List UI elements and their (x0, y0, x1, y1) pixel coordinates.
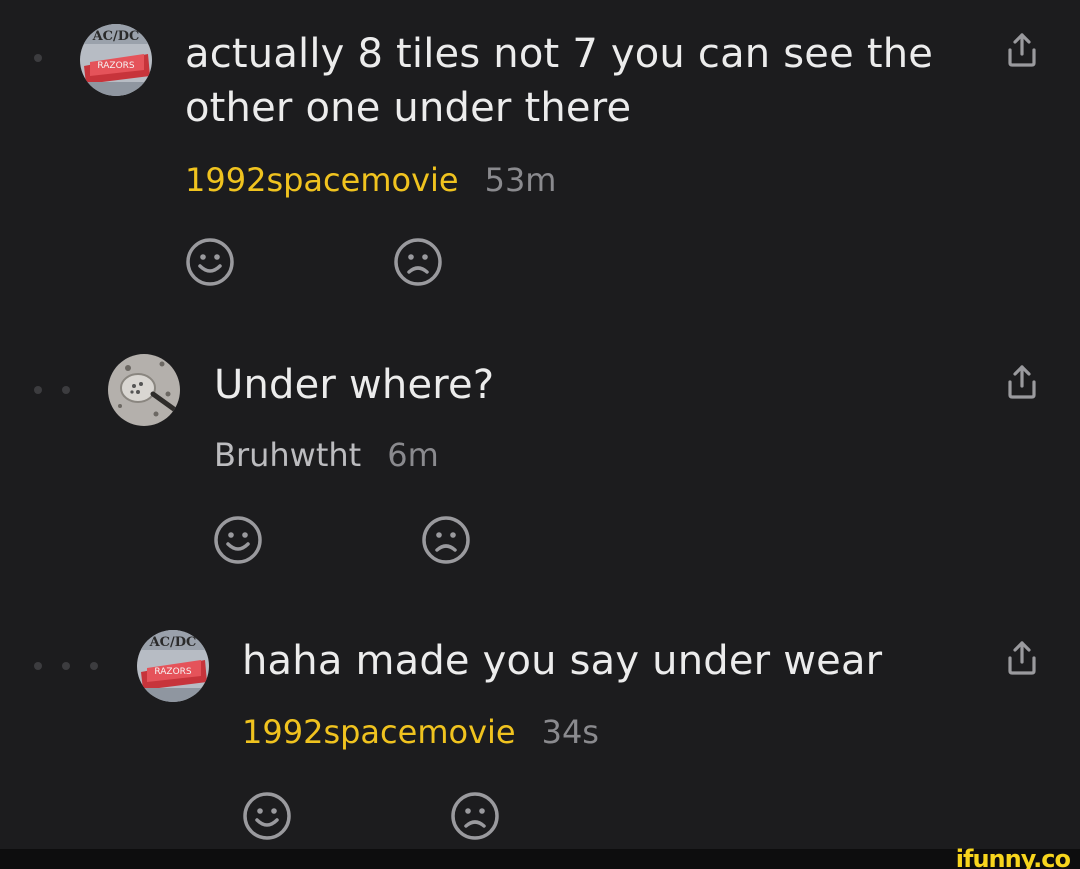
frown-react-button[interactable] (449, 790, 501, 842)
ifunny-watermark: ifunny.co (955, 845, 1071, 869)
comment-2: Under where? Bruhwtht 6m (0, 310, 1080, 590)
depth-dot (62, 386, 70, 394)
comment-text: haha made you say under wear (242, 638, 883, 684)
username[interactable]: 1992spacemovie (242, 713, 516, 751)
avatar[interactable]: AC/DC RAZORS (80, 24, 152, 96)
timestamp: 53m (484, 161, 557, 199)
depth-dot (34, 662, 42, 670)
watermark-strip (0, 849, 1080, 869)
depth-dot (90, 662, 98, 670)
comment-3: AC/DC RAZORS haha made you say under wea… (0, 590, 1080, 849)
share-icon (1008, 33, 1036, 67)
share-icon (1008, 365, 1036, 399)
thread-depth-indicator (34, 54, 42, 62)
frown-icon (422, 516, 470, 564)
svg-text:AC/DC: AC/DC (149, 635, 197, 650)
thread-depth-indicator (34, 662, 98, 670)
depth-dot (34, 54, 42, 62)
smile-react-button[interactable] (212, 514, 264, 566)
timestamp: 34s (541, 713, 599, 751)
comment-meta: 1992spacemovie 53m (185, 160, 556, 200)
depth-dot (34, 386, 42, 394)
smile-icon (243, 792, 291, 840)
frown-icon (451, 792, 499, 840)
avatar[interactable]: AC/DC RAZORS (137, 630, 209, 702)
svg-text:RAZORS: RAZORS (97, 61, 135, 71)
timestamp: 6m (387, 436, 439, 474)
depth-dot (62, 662, 70, 670)
avatar[interactable] (108, 354, 180, 426)
smile-icon (186, 238, 234, 286)
share-button[interactable] (1002, 638, 1042, 678)
comment-1: AC/DC RAZORS actually 8 tiles not 7 you … (0, 0, 1080, 310)
smile-react-button[interactable] (184, 236, 236, 288)
frown-react-button[interactable] (420, 514, 472, 566)
svg-text:AC/DC: AC/DC (92, 29, 140, 44)
comment-text: Under where? (214, 362, 495, 408)
acdc-album-avatar-image: AC/DC RAZORS (80, 24, 152, 96)
comment-meta: 1992spacemovie 34s (242, 712, 599, 752)
svg-text:RAZORS: RAZORS (154, 667, 192, 677)
username[interactable]: Bruhwtht (214, 436, 361, 474)
username[interactable]: 1992spacemovie (185, 161, 459, 199)
share-button[interactable] (1002, 362, 1042, 402)
spoon-photo-avatar-image (108, 354, 180, 426)
smile-react-button[interactable] (241, 790, 293, 842)
frown-icon (394, 238, 442, 286)
share-icon (1008, 641, 1036, 675)
smile-icon (214, 516, 262, 564)
share-button[interactable] (1002, 30, 1042, 70)
frown-react-button[interactable] (392, 236, 444, 288)
acdc-album-avatar-image: AC/DC RAZORS (137, 630, 209, 702)
thread-depth-indicator (34, 386, 70, 394)
comment-text: actually 8 tiles not 7 you can see the o… (185, 31, 934, 131)
comment-meta: Bruhwtht 6m (214, 435, 439, 475)
